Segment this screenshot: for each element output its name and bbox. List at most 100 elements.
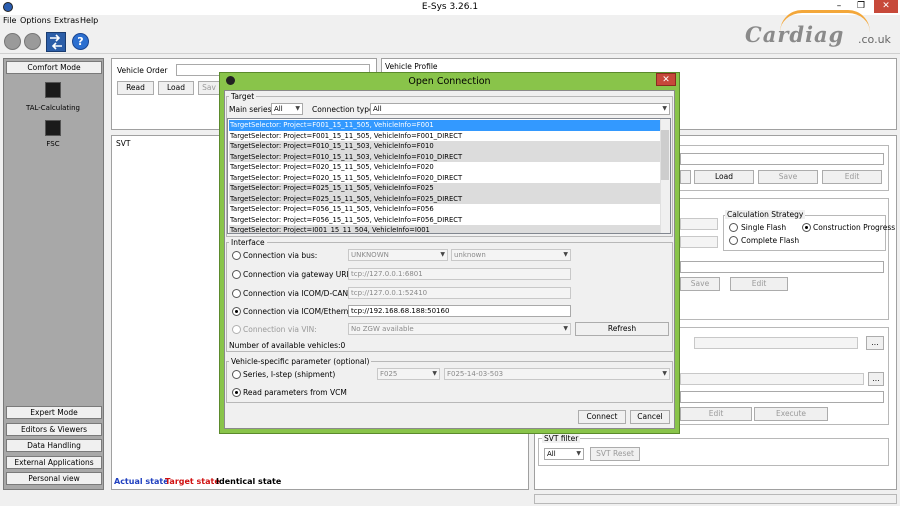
connection-type-value: All xyxy=(373,105,382,113)
istep-combo[interactable]: F025-14-03-503 ▼ xyxy=(444,368,670,380)
target-list[interactable]: TargetSelector: Project=F001_15_11_505, … xyxy=(227,118,671,234)
dialog-close-button[interactable]: ✕ xyxy=(656,73,676,86)
list-item[interactable]: TargetSelector: Project=F056_15_11_505, … xyxy=(229,204,661,215)
chevron-down-icon: ▼ xyxy=(576,450,581,457)
via-icom-dcan-label: Connection via ICOM/D-CAN: xyxy=(243,289,351,298)
via-gateway-label: Connection via gateway URL: xyxy=(243,270,354,279)
sidebar-header-comfort-mode[interactable]: Comfort Mode xyxy=(6,61,102,74)
expert-mode-button[interactable]: Expert Mode xyxy=(6,406,102,419)
connection-type-combo[interactable]: All ▼ xyxy=(370,103,670,115)
list-item[interactable]: TargetSelector: Project=F020_15_11_505, … xyxy=(229,173,661,184)
single-flash-radio[interactable] xyxy=(729,223,738,232)
tal-read-button[interactable] xyxy=(680,170,691,184)
tal-calc-combo-1[interactable] xyxy=(680,218,718,230)
tal-file-input[interactable] xyxy=(680,391,884,403)
tal-calc-combo-2[interactable] xyxy=(680,236,718,248)
refresh-button[interactable]: Refresh xyxy=(575,322,669,336)
calc-strategy-label: Calculation Strategy xyxy=(725,210,806,219)
close-button[interactable]: ✕ xyxy=(874,0,898,13)
list-item[interactable]: TargetSelector: Project=F001_15_11_505, … xyxy=(229,120,661,131)
sidebar-item-fsc[interactable]: FSC xyxy=(3,140,103,148)
target-group-label: Target xyxy=(229,92,257,101)
bus-combo[interactable]: UNKNOWN ▼ xyxy=(348,249,448,261)
vin-combo[interactable]: No ZGW available ▼ xyxy=(348,323,571,335)
list-item[interactable]: TargetSelector: Project=F010_15_11_503, … xyxy=(229,141,661,152)
tal-load-button[interactable]: Load xyxy=(694,170,754,184)
svt-reset-button[interactable]: SVT Reset xyxy=(590,447,640,461)
tal-edit-button[interactable]: Edit xyxy=(822,170,882,184)
chevron-down-icon: ▼ xyxy=(662,370,667,377)
sidebar-item-tal-calculating[interactable]: TAL-Calculating xyxy=(3,104,103,112)
menu-help[interactable]: Help xyxy=(80,16,98,25)
logo-domain: .co.uk xyxy=(858,33,891,46)
save-button[interactable]: Sav xyxy=(198,81,220,95)
tal-calc-edit-button[interactable]: Edit xyxy=(730,277,788,291)
external-applications-button[interactable]: External Applications xyxy=(6,456,102,469)
target-state-legend: Target state xyxy=(165,477,220,486)
fa-browse-button[interactable]: ... xyxy=(866,336,884,350)
execute-button[interactable]: Execute xyxy=(754,407,828,421)
list-item[interactable]: TargetSelector: Project=F025_15_11_505, … xyxy=(229,183,661,194)
complete-flash-radio[interactable] xyxy=(729,236,738,245)
gateway-url-input[interactable]: tcp://127.0.0.1:6801 xyxy=(348,268,571,280)
chevron-down-icon: ▼ xyxy=(432,370,437,377)
single-flash-label: Single Flash xyxy=(741,223,787,232)
menu-options[interactable]: Options xyxy=(20,16,51,25)
svt-label: SVT xyxy=(116,139,131,148)
icom-dcan-input[interactable]: tcp://127.0.0.1:52410 xyxy=(348,287,571,299)
list-item[interactable]: TargetSelector: Project=F025_15_11_505, … xyxy=(229,193,661,204)
tal-calc-save-button[interactable]: Save xyxy=(680,277,720,291)
istep-value: F025-14-03-503 xyxy=(447,370,504,378)
menu-extras[interactable]: Extras xyxy=(54,16,79,25)
editors-viewers-button[interactable]: Editors & Viewers xyxy=(6,423,102,436)
main-series-value: All xyxy=(274,105,283,113)
personal-view-button[interactable]: Personal view xyxy=(6,472,102,485)
via-vin-radio[interactable] xyxy=(232,325,241,334)
series-istep-radio[interactable] xyxy=(232,370,241,379)
tal-processing-edit-button[interactable]: Edit xyxy=(680,407,752,421)
list-item[interactable]: TargetSelector: Project=F001_15_11_505, … xyxy=(229,131,661,142)
fsc-input[interactable] xyxy=(680,373,864,385)
cancel-button[interactable]: Cancel xyxy=(630,410,670,424)
series-combo[interactable]: F025 ▼ xyxy=(377,368,440,380)
data-handling-button[interactable]: Data Handling xyxy=(6,439,102,452)
fsc-browse-button[interactable]: ... xyxy=(868,372,884,386)
connect-button[interactable]: Connect xyxy=(578,410,626,424)
main-series-label: Main series: xyxy=(229,105,275,114)
fa-input[interactable] xyxy=(694,337,858,349)
chevron-down-icon: ▼ xyxy=(563,251,568,258)
vehicle-order-label: Vehicle Order xyxy=(117,66,168,75)
via-icom-dcan-radio[interactable] xyxy=(232,289,241,298)
svt-filter-label: SVT filter xyxy=(542,434,581,443)
target-list-scroll-thumb[interactable] xyxy=(661,130,669,180)
series-value: F025 xyxy=(380,370,398,378)
read-vcm-radio[interactable] xyxy=(232,388,241,397)
construction-progress-radio[interactable] xyxy=(802,223,811,232)
connect-icon[interactable] xyxy=(46,32,66,52)
list-item[interactable]: TargetSelector: Project=F020_15_11_505, … xyxy=(229,162,661,173)
construction-progress-label: Construction Progress xyxy=(813,223,896,232)
via-gateway-radio[interactable] xyxy=(232,270,241,279)
tal-output-input[interactable] xyxy=(680,261,884,273)
list-item[interactable]: TargetSelector: Project=F056_15_11_505, … xyxy=(229,215,661,226)
help-icon[interactable]: ? xyxy=(72,33,89,50)
list-item[interactable]: TargetSelector: Project=F010_15_11_503, … xyxy=(229,151,661,162)
forward-icon[interactable] xyxy=(24,33,41,50)
via-bus-radio[interactable] xyxy=(232,251,241,260)
icom-ethernet-input[interactable]: tcp://192.168.68.188:50160 xyxy=(348,305,571,317)
main-series-combo[interactable]: All ▼ xyxy=(271,103,303,115)
interface-group-label: Interface xyxy=(229,238,267,247)
tal-save-button[interactable]: Save xyxy=(758,170,818,184)
tal-calculating-icon[interactable] xyxy=(45,82,61,98)
read-button[interactable]: Read xyxy=(117,81,154,95)
via-icom-ethernet-radio[interactable] xyxy=(232,307,241,316)
list-item[interactable]: TargetSelector: Project=I001_15_11_504, … xyxy=(229,225,661,233)
bus-combo-2[interactable]: unknown ▼ xyxy=(451,249,571,261)
back-icon[interactable] xyxy=(4,33,21,50)
svt-filter-combo[interactable]: All ▼ xyxy=(544,448,584,460)
load-button[interactable]: Load xyxy=(158,81,194,95)
fsc-icon[interactable] xyxy=(45,120,61,136)
menu-file[interactable]: File xyxy=(3,16,16,25)
tal-input[interactable] xyxy=(680,153,884,165)
svt-filter-value: All xyxy=(547,450,556,458)
